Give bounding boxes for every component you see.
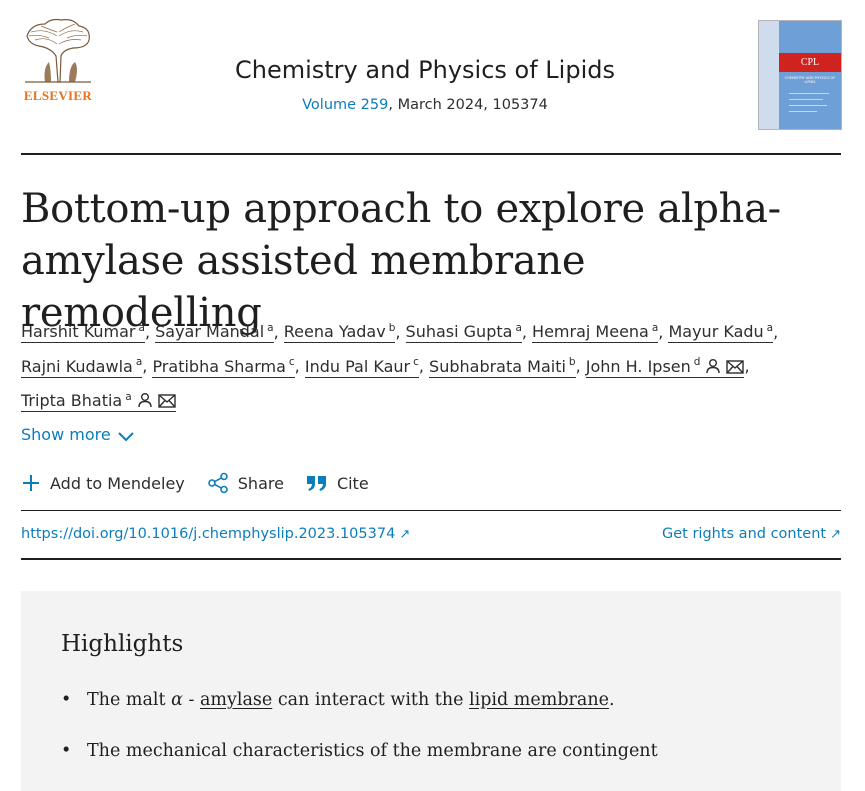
issue-info: Volume 259, March 2024, 105374 [160,97,690,113]
journal-cover-thumbnail[interactable]: CPL CHEMISTRY AND PHYSICS OF LIPIDS [758,20,842,130]
author-link[interactable]: Rajni Kudawla a [21,356,143,378]
cover-side-strip [759,21,779,129]
author-link[interactable]: Sayar Mandal a [155,322,274,344]
plus-icon [23,475,39,491]
show-more-button[interactable]: Show more [21,425,135,444]
share-button[interactable]: Share [207,472,284,494]
doi-link[interactable]: https://doi.org/10.1016/j.chemphyslip.20… [21,526,410,542]
author-link[interactable]: Suhasi Gupta a [405,322,522,344]
author-link[interactable]: Subhabrata Maiti b [429,356,576,378]
author-list: Harshit Kumar a, Sayar Mandal a, Reena Yad… [21,322,779,412]
cover-abbrev: CPL [779,53,841,72]
lipid-membrane-link[interactable]: lipid membrane [469,690,609,710]
add-to-mendeley-button[interactable]: Add to Mendeley [21,472,185,494]
envelope-icon [726,359,745,374]
author-link-corresponding[interactable]: Tripta Bhatia a [21,391,176,412]
alpha-symbol: α [171,690,183,710]
doi-top-divider [21,510,841,511]
highlight-item: The mechanical characteristics of the me… [61,739,801,763]
journal-title[interactable]: Chemistry and Physics of Lipids [160,56,690,84]
share-label: Share [237,473,284,493]
person-icon [137,392,152,408]
header-divider [21,153,841,155]
cite-label: Cite [336,473,369,493]
rights-link[interactable]: Get rights and content ↗ [662,526,841,542]
person-icon [706,358,721,373]
author-link[interactable]: Hemraj Meena a [532,322,659,344]
chevron-down-icon [117,432,134,442]
cover-subtitle: CHEMISTRY AND PHYSICS OF LIPIDS [784,76,836,84]
envelope-icon [157,394,176,408]
external-link-icon: ↗ [830,527,841,542]
highlights-title: Highlights [61,631,184,657]
amylase-link[interactable]: amylase [200,690,272,710]
publisher-name: ELSEVIER [23,88,93,103]
external-link-icon: ↗ [399,527,411,542]
doi-bottom-divider [21,558,841,560]
author-link[interactable]: Reena Yadav b [283,322,396,344]
volume-link[interactable]: Volume 259 [302,97,388,113]
highlights-list: The malt α - amylase can interact with t… [61,688,801,790]
article-actions: Add to Mendeley Share Cite [21,472,369,494]
author-link-corresponding[interactable]: John H. Ipsen d [585,356,745,378]
highlight-item: The malt α - amylase can interact with t… [61,688,801,712]
issue-details: , March 2024, 105374 [388,97,548,113]
author-link[interactable]: Harshit Kumar a [21,322,145,344]
show-more-label: Show more [21,425,111,444]
quote-icon [306,476,326,491]
share-icon [207,472,228,494]
author-link[interactable]: Pratibha Sharma c [152,356,295,378]
cite-button[interactable]: Cite [306,472,369,494]
author-link[interactable]: Mayur Kadu a [668,322,774,344]
add-to-mendeley-label: Add to Mendeley [50,473,185,493]
author-link[interactable]: Indu Pal Kaur c [304,356,419,378]
